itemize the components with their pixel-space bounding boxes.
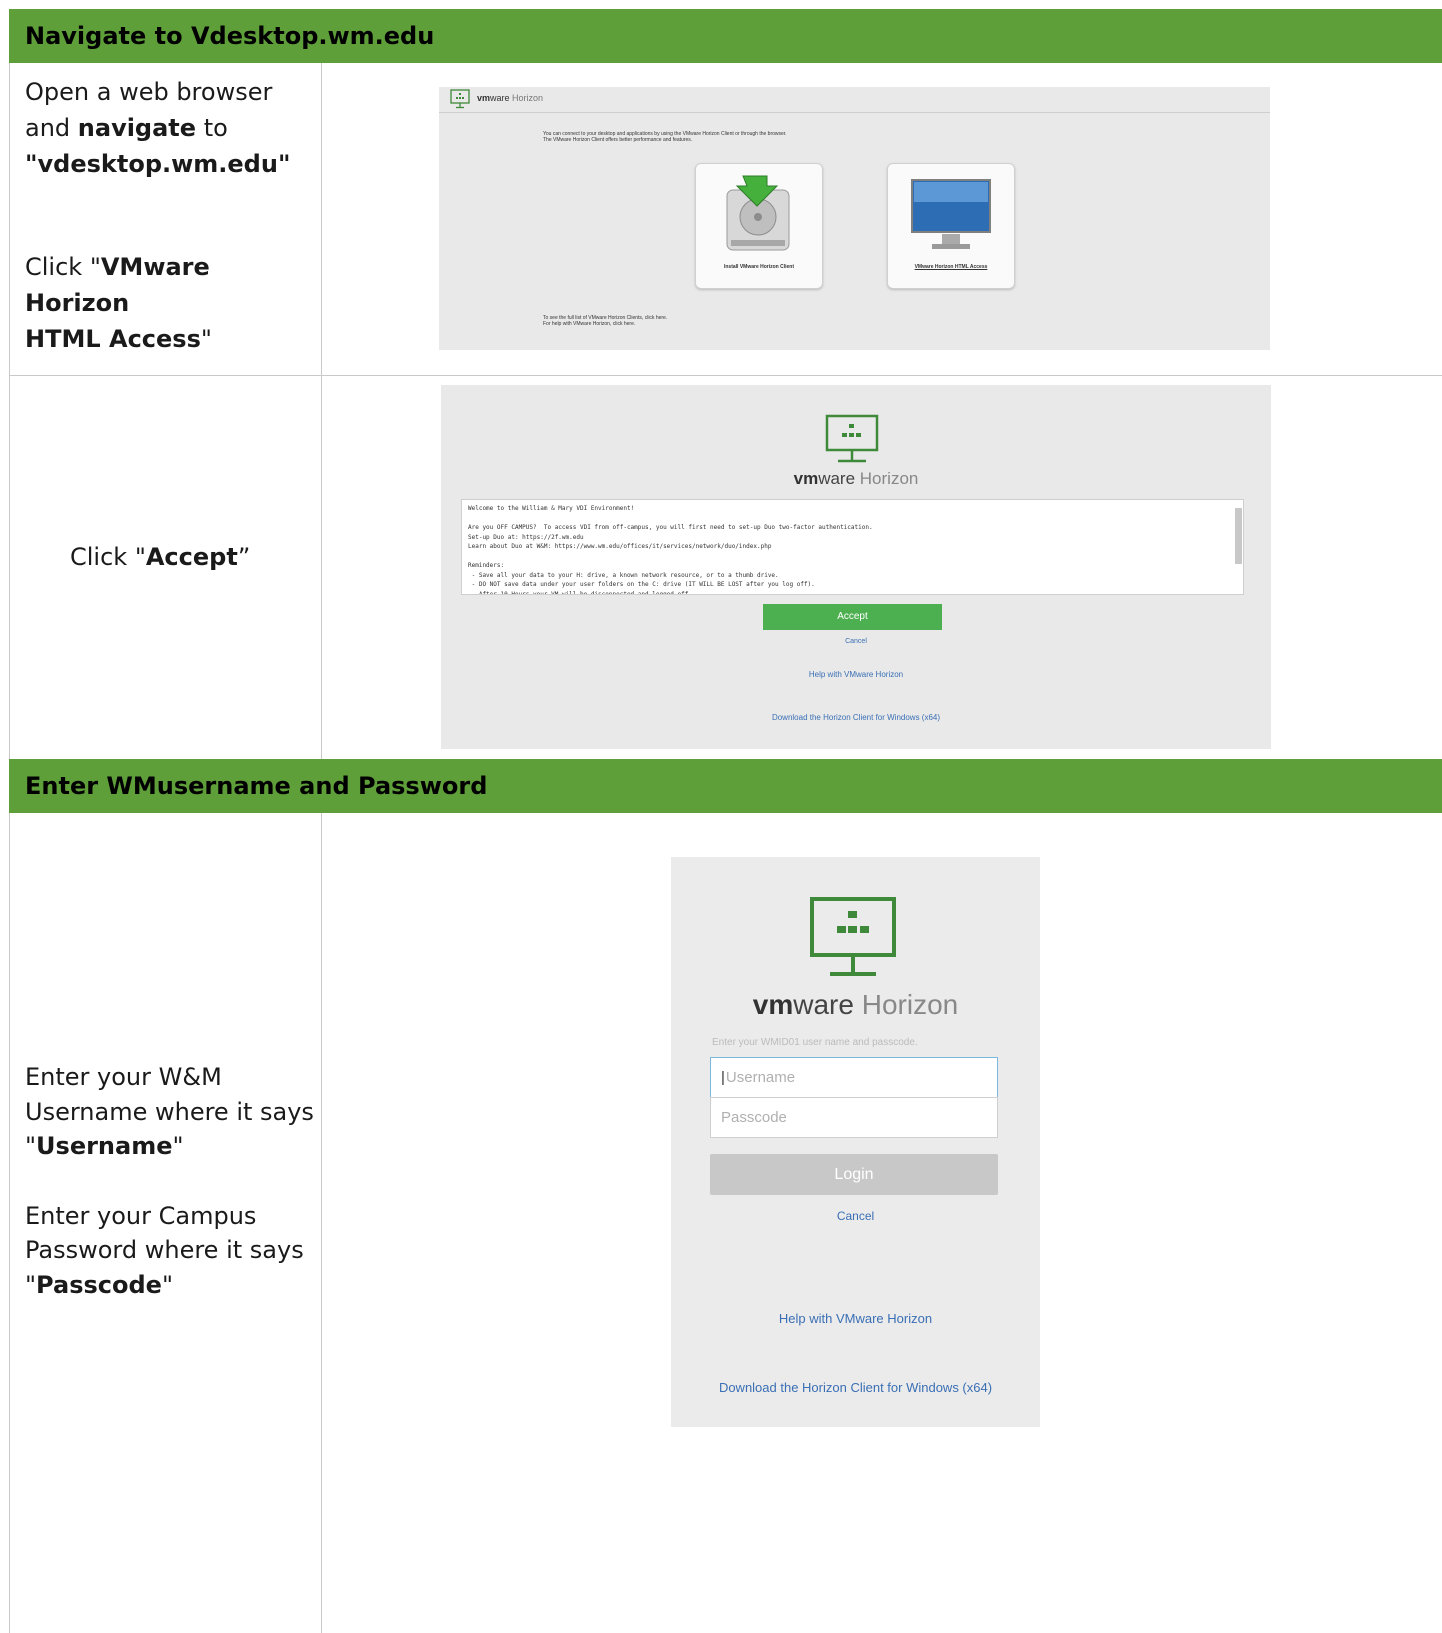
- help-link[interactable]: Help with VMware Horizon: [671, 1311, 1040, 1326]
- horizon-login-screenshot: vmware Horizon Enter your WMID01 user na…: [671, 857, 1040, 1427]
- step1-click-line2: HTML Access": [25, 325, 212, 353]
- install-client-tile[interactable]: Install VMware Horizon Client: [695, 163, 823, 289]
- step1-line1: Open a web browser: [25, 78, 273, 106]
- section-title: Enter WMusername and Password: [25, 772, 488, 800]
- message-line: [468, 514, 1237, 524]
- help-link[interactable]: Help with VMware Horizon: [441, 670, 1271, 679]
- table-left-border: [9, 63, 10, 759]
- step1-instructions: Open a web browser and navigate to "vdes…: [25, 74, 315, 357]
- message-line: Welcome to the William & Mary VDI Enviro…: [468, 505, 635, 512]
- horizon-logo-icon: [810, 897, 896, 976]
- step1-url: "vdesktop.wm.edu": [25, 150, 291, 178]
- table-left-border: [9, 813, 10, 1633]
- column-divider: [321, 813, 322, 1633]
- horizon-accept-screenshot: vmware Horizon Welcome to the William & …: [441, 385, 1271, 749]
- accept-button[interactable]: Accept: [763, 604, 942, 630]
- row-divider: [9, 375, 1442, 376]
- message-line: Reminders:: [468, 562, 505, 569]
- login-hint: Enter your WMID01 user name and passcode…: [712, 1037, 918, 1048]
- text-cursor: |: [721, 1069, 725, 1086]
- message-line: - DO NOT save data under your user folde…: [468, 581, 815, 588]
- download-client-link[interactable]: Download the Horizon Client for Windows …: [441, 713, 1271, 722]
- message-line: Set-up Duo at: https://2f.wm.edu: [468, 533, 584, 541]
- step2-instructions: Click "Accept”: [70, 543, 251, 571]
- section-title: Navigate to Vdesktop.wm.edu: [25, 22, 435, 50]
- monitor-icon: [911, 179, 991, 249]
- portal-footer: To see the full list of VMware Horizon C…: [543, 315, 668, 327]
- accept-brand: vmware Horizon: [793, 469, 919, 488]
- horizon-logo-icon: [450, 89, 470, 109]
- login-brand: vmware Horizon: [752, 989, 959, 1020]
- portal-topbar: vmware Horizon: [439, 87, 1270, 113]
- disk-download-icon: [726, 175, 790, 251]
- horizon-logo-icon: [825, 414, 879, 463]
- portal-brand: vmware Horizon: [477, 93, 544, 103]
- cancel-link[interactable]: Cancel: [441, 638, 1271, 645]
- install-client-label: Install VMware Horizon Client: [723, 264, 794, 270]
- cancel-link[interactable]: Cancel: [671, 1209, 1040, 1223]
- message-scrollbar[interactable]: [1235, 508, 1242, 564]
- message-line: Are you OFF CAMPUS? To access VDI from o…: [468, 524, 873, 531]
- login-button[interactable]: Login: [710, 1154, 998, 1195]
- passcode-input[interactable]: Passcode: [710, 1097, 998, 1138]
- welcome-message: Welcome to the William & Mary VDI Enviro…: [462, 500, 1243, 595]
- message-line: [468, 552, 1237, 562]
- message-line: - After 10 Hours your VM will be disconn…: [468, 590, 692, 595]
- column-divider: [321, 63, 322, 759]
- portal-intro: You can connect to your desktop and appl…: [543, 131, 787, 143]
- step1-line2: and navigate to: [25, 114, 228, 142]
- step1-click-line1: Click "VMware Horizon: [25, 253, 210, 317]
- welcome-message-box[interactable]: Welcome to the William & Mary VDI Enviro…: [461, 499, 1244, 595]
- message-line: - Save all your data to your H: drive, a…: [468, 571, 779, 579]
- html-access-label: VMware Horizon HTML Access: [914, 264, 988, 270]
- message-line: Learn about Duo at W&M: https://www.wm.e…: [468, 543, 772, 550]
- horizon-portal-screenshot: vmware Horizon You can connect to your d…: [439, 87, 1270, 350]
- download-client-link[interactable]: Download the Horizon Client for Windows …: [671, 1380, 1040, 1395]
- html-access-tile[interactable]: VMware Horizon HTML Access: [887, 163, 1015, 289]
- section-header-navigate: Navigate to Vdesktop.wm.edu: [9, 9, 1442, 63]
- username-input[interactable]: | Username: [710, 1057, 998, 1098]
- step3-instructions: Enter your W&M Username where it says "U…: [25, 1063, 314, 1299]
- section-header-credentials: Enter WMusername and Password: [9, 759, 1442, 813]
